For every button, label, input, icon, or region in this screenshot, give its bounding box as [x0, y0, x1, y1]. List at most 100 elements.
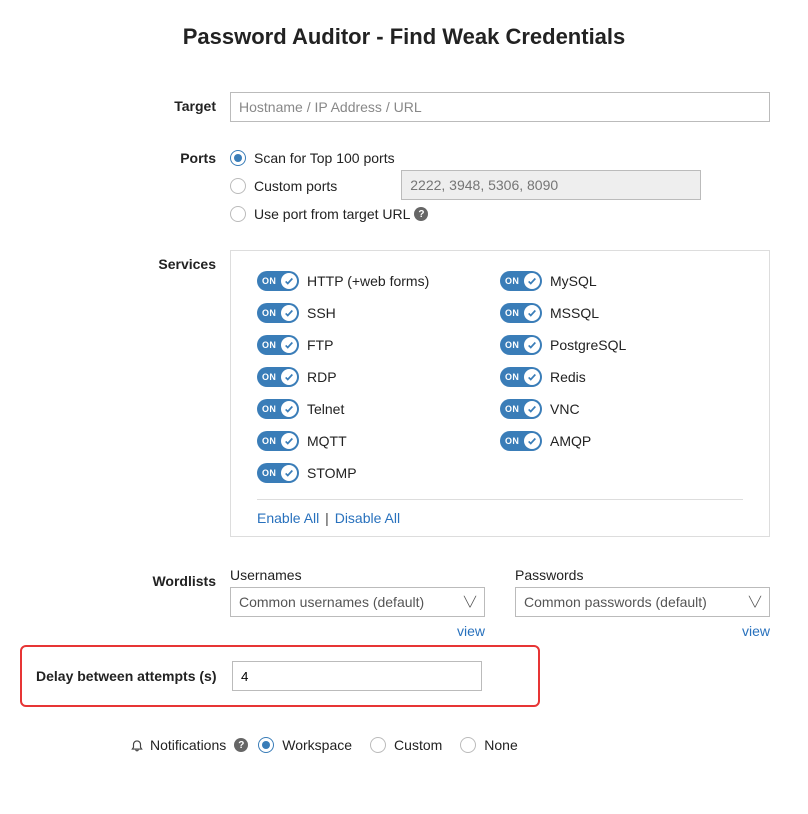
- ports-label: Ports: [30, 144, 230, 228]
- ports-radio-custom[interactable]: [230, 178, 246, 194]
- service-item: ONRedis: [500, 361, 743, 393]
- check-icon: [281, 401, 297, 417]
- check-icon: [524, 305, 540, 321]
- services-panel: ONHTTP (+web forms)ONSSHONFTPONRDPONTeln…: [230, 250, 770, 537]
- service-name: Telnet: [307, 401, 344, 417]
- bell-icon: [130, 738, 144, 752]
- chevron-down-icon: ╲╱: [749, 597, 761, 608]
- notif-radio-custom[interactable]: [370, 737, 386, 753]
- usernames-select[interactable]: Common usernames (default) ╲╱: [230, 587, 485, 617]
- service-toggle[interactable]: ON: [500, 271, 542, 291]
- service-toggle[interactable]: ON: [257, 271, 299, 291]
- service-name: RDP: [307, 369, 337, 385]
- service-item: ON MySQL: [500, 265, 743, 297]
- service-name: SSH: [307, 305, 336, 321]
- service-item: ON MQTT: [257, 425, 500, 457]
- page-title: Password Auditor - Find Weak Credentials: [30, 24, 778, 50]
- service-name: VNC: [550, 401, 580, 417]
- passwords-view-link[interactable]: view: [742, 623, 770, 639]
- toggle-on-label: ON: [262, 436, 276, 446]
- help-icon[interactable]: ?: [234, 738, 248, 752]
- service-name: STOMP: [307, 465, 357, 481]
- check-icon: [281, 337, 297, 353]
- delay-label: Delay between attempts (s): [22, 668, 232, 684]
- service-name: MQTT: [307, 433, 347, 449]
- service-item: ON STOMP: [257, 457, 500, 489]
- check-icon: [281, 305, 297, 321]
- notif-radio-none-label: None: [484, 737, 517, 753]
- service-item: ON PostgreSQL: [500, 329, 743, 361]
- notif-radio-workspace[interactable]: [258, 737, 274, 753]
- check-icon: [524, 273, 540, 289]
- toggle-on-label: ON: [505, 372, 519, 382]
- toggle-on-label: ON: [262, 340, 276, 350]
- service-item: ON VNC: [500, 393, 743, 425]
- service-toggle[interactable]: ON: [257, 367, 299, 387]
- notif-radio-workspace-label: Workspace: [282, 737, 352, 753]
- service-toggle[interactable]: ON: [257, 399, 299, 419]
- check-icon: [281, 465, 297, 481]
- delay-input[interactable]: [232, 661, 482, 691]
- check-icon: [281, 433, 297, 449]
- target-label: Target: [30, 92, 230, 122]
- service-toggle[interactable]: ON: [257, 463, 299, 483]
- toggle-on-label: ON: [505, 404, 519, 414]
- wordlists-label: Wordlists: [30, 567, 230, 617]
- check-icon: [281, 369, 297, 385]
- target-input[interactable]: [230, 92, 770, 122]
- service-toggle[interactable]: ON: [257, 431, 299, 451]
- help-icon[interactable]: ?: [414, 207, 428, 221]
- service-name: MSSQL: [550, 305, 599, 321]
- passwords-select[interactable]: Common passwords (default) ╲╱: [515, 587, 770, 617]
- toggle-on-label: ON: [505, 308, 519, 318]
- ports-radio-top100[interactable]: [230, 150, 246, 166]
- disable-all-link[interactable]: Disable All: [335, 510, 400, 526]
- notifications-label: Notifications: [150, 737, 226, 753]
- service-item: ON AMQP: [500, 425, 743, 457]
- service-name: AMQP: [550, 433, 591, 449]
- usernames-view-link[interactable]: view: [457, 623, 485, 639]
- service-item: ON RDP: [257, 361, 500, 393]
- toggle-on-label: ON: [505, 340, 519, 350]
- check-icon: [524, 433, 540, 449]
- toggle-on-label: ON: [262, 468, 276, 478]
- ports-radio-custom-label: Custom ports: [254, 178, 337, 194]
- check-icon: [524, 369, 540, 385]
- notif-radio-custom-label: Custom: [394, 737, 442, 753]
- toggle-on-label: ON: [505, 436, 519, 446]
- check-icon: [281, 273, 297, 289]
- service-toggle[interactable]: ON: [500, 431, 542, 451]
- toggle-on-label: ON: [262, 404, 276, 414]
- toggle-on-label: ON: [505, 276, 519, 286]
- service-toggle[interactable]: ON: [500, 303, 542, 323]
- passwords-label: Passwords: [515, 567, 770, 583]
- enable-all-link[interactable]: Enable All: [257, 510, 319, 526]
- service-item: ONFTP: [257, 329, 500, 361]
- ports-radio-url[interactable]: [230, 206, 246, 222]
- service-name: HTTP (+web forms): [307, 273, 429, 289]
- service-toggle[interactable]: ON: [257, 303, 299, 323]
- service-toggle[interactable]: ON: [257, 335, 299, 355]
- service-item: ON SSH: [257, 297, 500, 329]
- notif-radio-none[interactable]: [460, 737, 476, 753]
- service-toggle[interactable]: ON: [500, 335, 542, 355]
- usernames-select-value: Common usernames (default): [239, 594, 424, 610]
- toggle-on-label: ON: [262, 308, 276, 318]
- service-toggle[interactable]: ON: [500, 367, 542, 387]
- toggle-on-label: ON: [262, 276, 276, 286]
- check-icon: [524, 401, 540, 417]
- service-item: ON MSSQL: [500, 297, 743, 329]
- delay-highlight-box: Delay between attempts (s): [20, 645, 540, 707]
- toggle-on-label: ON: [262, 372, 276, 382]
- passwords-select-value: Common passwords (default): [524, 594, 707, 610]
- link-separator: |: [325, 510, 329, 526]
- custom-ports-input: [401, 170, 701, 200]
- service-name: PostgreSQL: [550, 337, 626, 353]
- service-name: MySQL: [550, 273, 597, 289]
- check-icon: [524, 337, 540, 353]
- chevron-down-icon: ╲╱: [464, 597, 476, 608]
- services-label: Services: [30, 250, 230, 537]
- service-toggle[interactable]: ON: [500, 399, 542, 419]
- service-item: ON Telnet: [257, 393, 500, 425]
- ports-radio-url-label: Use port from target URL: [254, 206, 410, 222]
